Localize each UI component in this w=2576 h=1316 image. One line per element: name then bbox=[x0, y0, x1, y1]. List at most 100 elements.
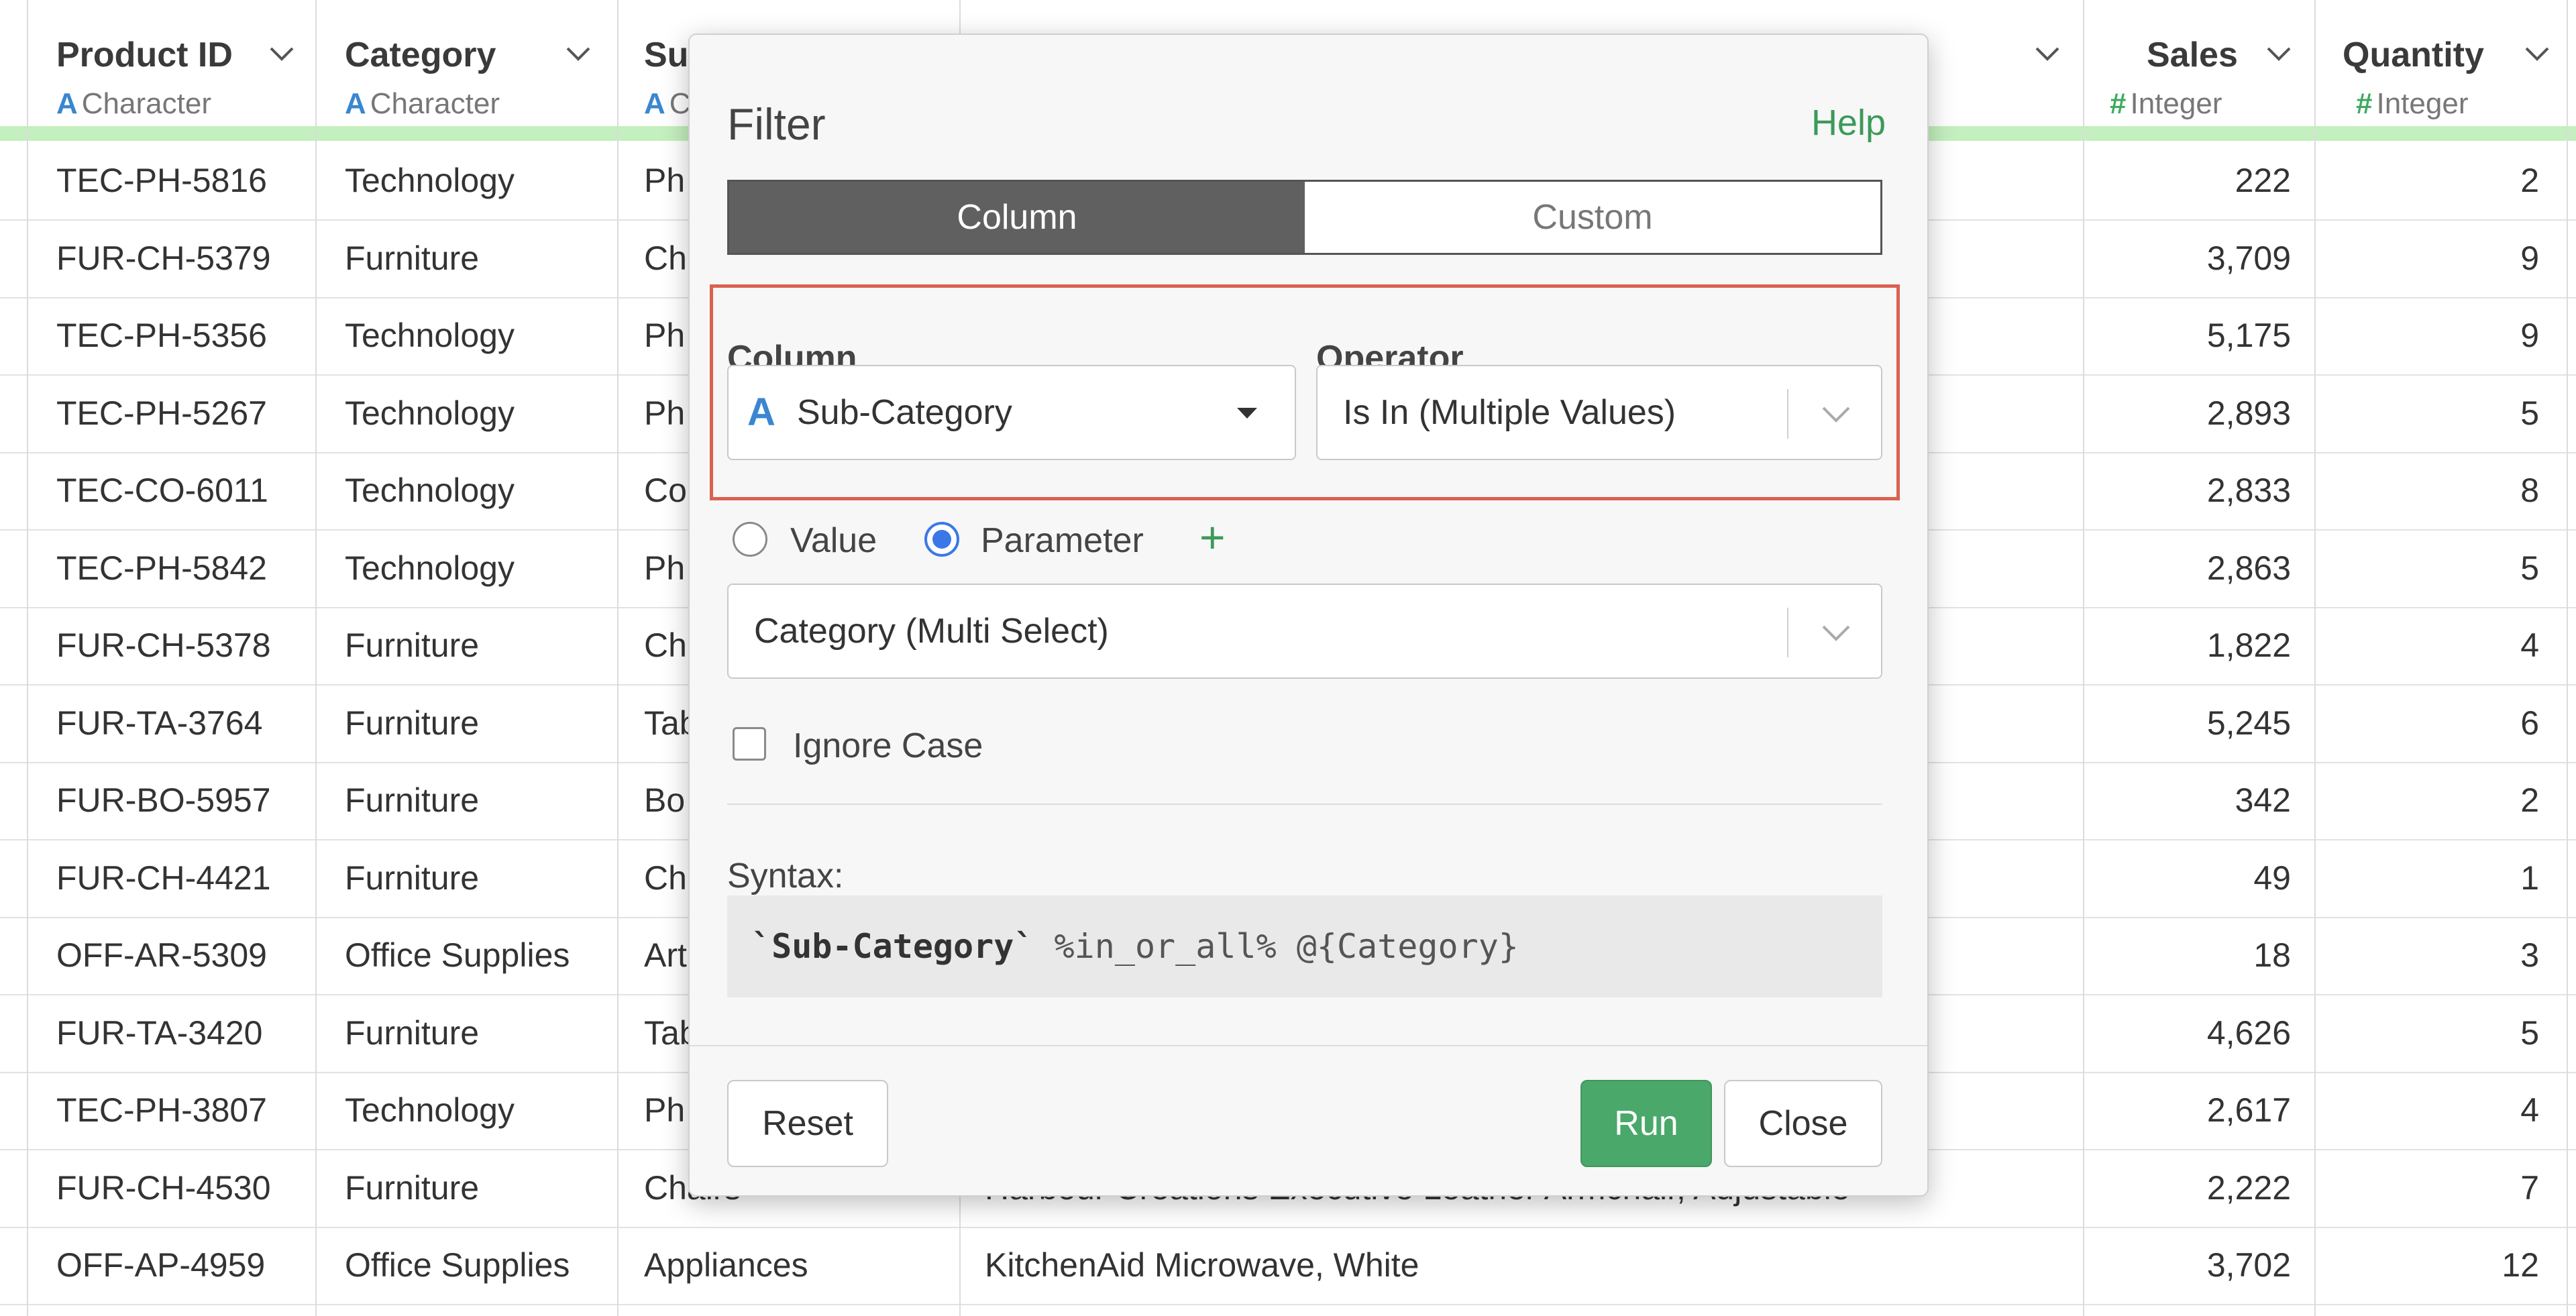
cell-quantity: 3 bbox=[2520, 936, 2539, 974]
operator-select[interactable]: Is In (Multiple Values) bbox=[1316, 365, 1882, 460]
cell-category: Office Supplies bbox=[345, 1246, 570, 1284]
cell-sales: 342 bbox=[2235, 781, 2291, 819]
cell-product-id: TEC-PH-5816 bbox=[56, 162, 267, 199]
cell-category: Technology bbox=[345, 162, 515, 199]
column-header-quantity[interactable]: Quantity # Integer bbox=[2314, 0, 2576, 127]
cell-product-id: OFF-AR-5309 bbox=[56, 936, 267, 974]
cell-sales: 3,709 bbox=[2206, 239, 2291, 277]
cell-product-id: TEC-PH-5267 bbox=[56, 394, 267, 432]
column-name: Category bbox=[345, 36, 496, 74]
cell-product-name: KitchenAid Microwave, White bbox=[985, 1246, 1419, 1284]
cell-category: Office Supplies bbox=[345, 936, 570, 974]
cell-category: Furniture bbox=[345, 239, 480, 277]
operator-select-value: Is In (Multiple Values) bbox=[1343, 393, 1676, 432]
tab-column[interactable]: Column bbox=[729, 182, 1305, 253]
integer-type-icon: # bbox=[2356, 87, 2373, 120]
cell-product-id: FUR-TA-3420 bbox=[56, 1013, 263, 1052]
cell-sub-category: Appliances bbox=[644, 1246, 808, 1284]
grid-line bbox=[315, 0, 317, 1316]
column-name: Product ID bbox=[56, 36, 233, 74]
select-divider bbox=[1787, 608, 1788, 657]
cell-sales: 2,863 bbox=[2206, 549, 2291, 587]
cell-product-id: FUR-CH-4421 bbox=[56, 859, 271, 897]
caret-down-icon bbox=[1237, 408, 1257, 419]
cell-quantity: 4 bbox=[2520, 626, 2539, 664]
syntax-expression: %in_or_all% @{Category} bbox=[1034, 927, 1519, 966]
cell-sales: 2,617 bbox=[2206, 1091, 2291, 1129]
close-button[interactable]: Close bbox=[1724, 1080, 1882, 1167]
cell-category: Furniture bbox=[345, 1168, 480, 1207]
chevron-down-icon[interactable] bbox=[2522, 40, 2552, 67]
cell-quantity: 6 bbox=[2520, 704, 2539, 742]
cell-quantity: 2 bbox=[2520, 781, 2539, 819]
cell-quantity: 9 bbox=[2520, 239, 2539, 277]
add-parameter-icon[interactable]: + bbox=[1199, 515, 1226, 559]
column-header-category[interactable]: Category A Character bbox=[315, 0, 617, 127]
column-type: A Character bbox=[345, 87, 500, 121]
help-link[interactable]: Help bbox=[1811, 102, 1886, 144]
column-header-product-id[interactable]: Product ID A Character bbox=[27, 0, 315, 127]
column-type-label: Integer bbox=[2376, 87, 2469, 120]
column-type: AC bbox=[644, 87, 691, 121]
chevron-down-icon[interactable] bbox=[564, 40, 593, 67]
reset-button[interactable]: Reset bbox=[727, 1080, 888, 1167]
cell-product-id: TEC-PH-5356 bbox=[56, 317, 267, 354]
cell-sales: 1,822 bbox=[2206, 626, 2291, 664]
column-type-label: Character bbox=[370, 87, 500, 120]
grid-line bbox=[2314, 0, 2316, 1316]
column-name: Quantity bbox=[2343, 36, 2484, 74]
cell-product-id: FUR-BO-5957 bbox=[56, 781, 271, 819]
table-row[interactable]: OFF-AP-4959 Office Supplies Appliances Kitc… bbox=[0, 1227, 2576, 1305]
column-type-label: C bbox=[669, 87, 691, 120]
value-radio[interactable] bbox=[733, 522, 767, 557]
column-header-sales[interactable]: Sales # Integer bbox=[2083, 0, 2314, 127]
column-type: # Integer bbox=[2110, 87, 2222, 121]
cell-product-id: FUR-CH-4530 bbox=[56, 1168, 271, 1207]
cell-product-id: TEC-PH-3807 bbox=[56, 1091, 267, 1129]
grid-line bbox=[617, 0, 619, 1316]
ignore-case-label: Ignore Case bbox=[793, 726, 983, 765]
cell-quantity: 5 bbox=[2520, 1013, 2539, 1052]
cell-product-id: OFF-AP-4959 bbox=[56, 1246, 266, 1284]
grid-line bbox=[2567, 0, 2568, 1316]
cell-product-id: TEC-PH-5842 bbox=[56, 549, 267, 587]
cell-quantity: 4 bbox=[2520, 1091, 2539, 1129]
character-type-icon: A bbox=[747, 390, 775, 434]
column-type: A Character bbox=[56, 87, 211, 121]
cell-category: Technology bbox=[345, 317, 515, 354]
filter-dialog: Filter Help Column Custom Column Operato… bbox=[688, 34, 1929, 1197]
ignore-case-checkbox[interactable] bbox=[733, 727, 766, 761]
column-name: Su bbox=[644, 36, 689, 74]
cell-category: Furniture bbox=[345, 626, 480, 664]
run-button[interactable]: Run bbox=[1580, 1080, 1712, 1167]
parameter-radio-label: Parameter bbox=[981, 521, 1144, 560]
cell-sales: 4,626 bbox=[2206, 1013, 2291, 1052]
cell-product-id: TEC-CO-6011 bbox=[56, 472, 268, 509]
parameter-select-value: Category (Multi Select) bbox=[754, 612, 1109, 651]
cell-category: Technology bbox=[345, 549, 515, 587]
filter-mode-tabs: Column Custom bbox=[727, 180, 1882, 255]
parameter-select[interactable]: Category (Multi Select) bbox=[727, 584, 1882, 679]
syntax-preview: `Sub-Category` %in_or_all% @{Category} bbox=[727, 895, 1882, 997]
column-type-label: Character bbox=[81, 87, 211, 120]
divider bbox=[727, 804, 1882, 805]
chevron-down-icon[interactable] bbox=[2033, 40, 2062, 67]
value-radio-label: Value bbox=[790, 521, 877, 560]
column-select[interactable]: A Sub-Category bbox=[727, 365, 1296, 460]
cell-category: Furniture bbox=[345, 859, 480, 897]
chevron-down-icon[interactable] bbox=[267, 40, 297, 67]
chevron-down-icon[interactable] bbox=[2264, 40, 2294, 67]
column-type: # Integer bbox=[2356, 87, 2468, 121]
chevron-down-icon bbox=[1822, 406, 1850, 423]
syntax-label: Syntax: bbox=[727, 857, 844, 895]
tab-custom[interactable]: Custom bbox=[1305, 182, 1880, 253]
parameter-radio[interactable] bbox=[924, 522, 959, 557]
cell-category: Furniture bbox=[345, 1013, 480, 1052]
character-type-icon: A bbox=[644, 87, 665, 120]
cell-product-id: FUR-CH-5378 bbox=[56, 626, 271, 664]
column-name: Sales bbox=[2147, 36, 2238, 74]
character-type-icon: A bbox=[56, 87, 78, 120]
cell-sales: 2,893 bbox=[2206, 394, 2291, 432]
cell-category: Furniture bbox=[345, 781, 480, 819]
cell-sales: 222 bbox=[2235, 162, 2291, 199]
